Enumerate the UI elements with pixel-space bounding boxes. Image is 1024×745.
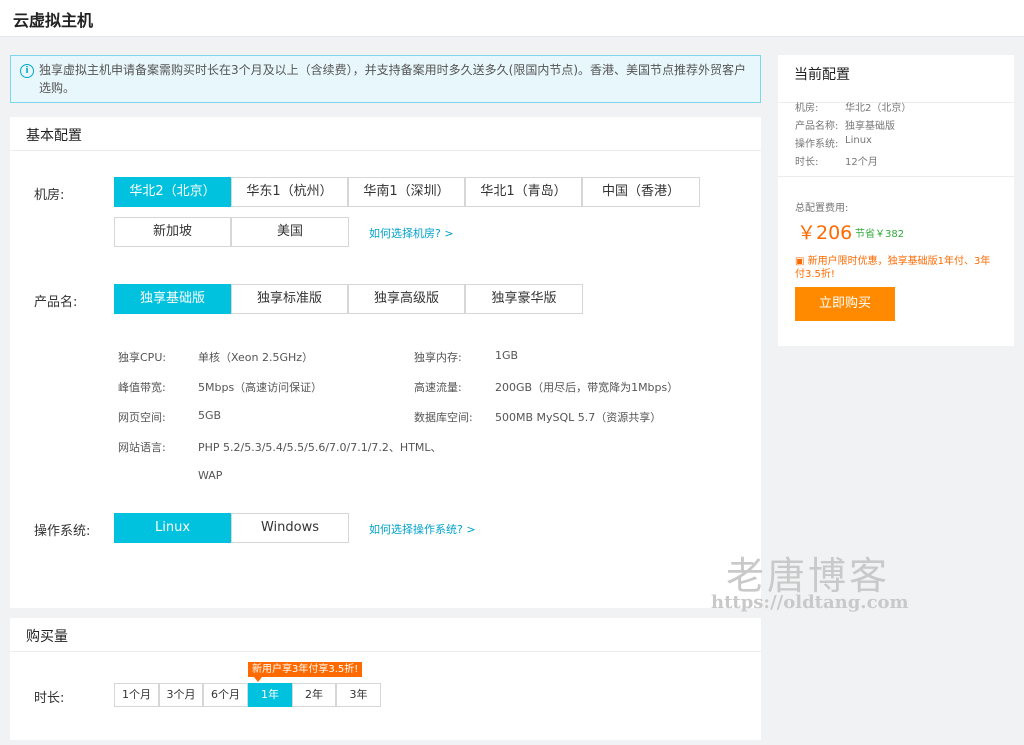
- summary-divider: [778, 176, 1014, 177]
- os-option-linux[interactable]: Linux: [114, 513, 231, 543]
- page-title: 云虚拟主机: [13, 11, 94, 30]
- os-help-link[interactable]: 如何选择操作系统? >: [369, 521, 476, 537]
- basic-config-heading: 基本配置: [10, 117, 761, 151]
- info-icon: i: [20, 64, 34, 78]
- spec-cpu-value: 单核（Xeon 2.5GHz）: [198, 351, 314, 364]
- room-option-shenzhen[interactable]: 华南1（深圳）: [348, 177, 465, 207]
- spec-bandwidth-key: 峰值带宽:: [118, 381, 166, 394]
- summary-duration-key: 时长:: [795, 157, 819, 168]
- spec-lang-key: 网站语言:: [118, 441, 166, 454]
- duration-1-month[interactable]: 1个月: [114, 683, 159, 707]
- product-option-luxury[interactable]: 独享豪华版: [465, 284, 583, 314]
- room-option-singapore[interactable]: 新加坡: [114, 217, 231, 247]
- promo-note: ▣ 新用户限时优惠，独享基础版1年付、3年付3.5折!: [795, 255, 1000, 281]
- summary-product-key: 产品名称:: [795, 121, 839, 132]
- duration-2-years[interactable]: 2年: [292, 683, 336, 707]
- duration-3-months[interactable]: 3个月: [159, 683, 203, 707]
- spec-traffic-key: 高速流量:: [414, 381, 462, 394]
- spec-mem-key: 独享内存:: [414, 351, 462, 364]
- room-option-hangzhou[interactable]: 华东1（杭州）: [231, 177, 348, 207]
- product-option-basic[interactable]: 独享基础版: [114, 284, 231, 314]
- spec-lang-value-cont: WAP: [198, 469, 223, 482]
- spec-web-space-value: 5GB: [198, 409, 222, 422]
- duration-6-months[interactable]: 6个月: [203, 683, 248, 707]
- total-label: 总配置费用:: [795, 203, 849, 214]
- product-option-advanced[interactable]: 独享高级版: [348, 284, 465, 314]
- buy-now-button[interactable]: 立即购买: [795, 287, 895, 321]
- os-option-windows[interactable]: Windows: [231, 513, 349, 543]
- top-bar: 云虚拟主机: [0, 0, 1024, 37]
- summary-duration-value: 12个月: [845, 157, 878, 168]
- room-option-beijing[interactable]: 华北2（北京）: [114, 177, 231, 207]
- room-option-hongkong[interactable]: 中国（香港）: [582, 177, 700, 207]
- summary-room-key: 机房:: [795, 103, 819, 114]
- spec-db-value: 500MB MySQL 5.7（资源共享）: [495, 411, 662, 424]
- promo-note-text: 新用户限时优惠，独享基础版1年付、3年付3.5折!: [795, 256, 991, 280]
- summary-os-key: 操作系统:: [795, 139, 839, 150]
- product-option-standard[interactable]: 独享标准版: [231, 284, 348, 314]
- spec-db-key: 数据库空间:: [414, 411, 473, 424]
- room-help-link[interactable]: 如何选择机房? >: [369, 225, 454, 241]
- product-label: 产品名:: [34, 295, 78, 310]
- room-option-qingdao[interactable]: 华北1（青岛）: [465, 177, 582, 207]
- spec-web-space-key: 网页空间:: [118, 411, 166, 424]
- spec-lang-value: PHP 5.2/5.3/5.4/5.5/5.6/7.0/7.1/7.2、HTML…: [198, 441, 442, 454]
- gift-icon: ▣: [795, 256, 808, 267]
- purchase-panel: 购买量: [10, 618, 761, 740]
- room-label: 机房:: [34, 188, 65, 203]
- save-amount: 节省￥382: [855, 229, 905, 240]
- summary-product-value: 独享基础版: [845, 121, 895, 132]
- duration-3-years[interactable]: 3年: [336, 683, 381, 707]
- summary-room-value: 华北2（北京）: [845, 103, 912, 114]
- room-option-usa[interactable]: 美国: [231, 217, 349, 247]
- summary-heading: 当前配置: [778, 55, 1014, 103]
- notice-text: 独享虚拟主机申请备案需购买时长在3个月及以上（含续费），并支持备案用时多久送多久…: [39, 63, 747, 95]
- spec-cpu-key: 独享CPU:: [118, 351, 167, 364]
- notice-banner: i 独享虚拟主机申请备案需购买时长在3个月及以上（含续费），并支持备案用时多久送…: [10, 55, 761, 103]
- purchase-heading: 购买量: [10, 618, 761, 652]
- os-label: 操作系统:: [34, 524, 91, 539]
- duration-label: 时长:: [34, 691, 65, 706]
- promo-tag: 新用户享3年付享3.5折!: [248, 662, 363, 682]
- total-price: ￥206: [797, 222, 853, 244]
- spec-mem-value: 1GB: [495, 349, 519, 362]
- duration-1-year[interactable]: 1年: [248, 683, 292, 707]
- watermark-url: https://oldtang.com: [711, 592, 909, 613]
- summary-os-value: Linux: [845, 135, 872, 146]
- spec-traffic-value: 200GB（用尽后，带宽降为1Mbps）: [495, 381, 679, 394]
- spec-bandwidth-value: 5Mbps（高速访问保证）: [198, 381, 323, 394]
